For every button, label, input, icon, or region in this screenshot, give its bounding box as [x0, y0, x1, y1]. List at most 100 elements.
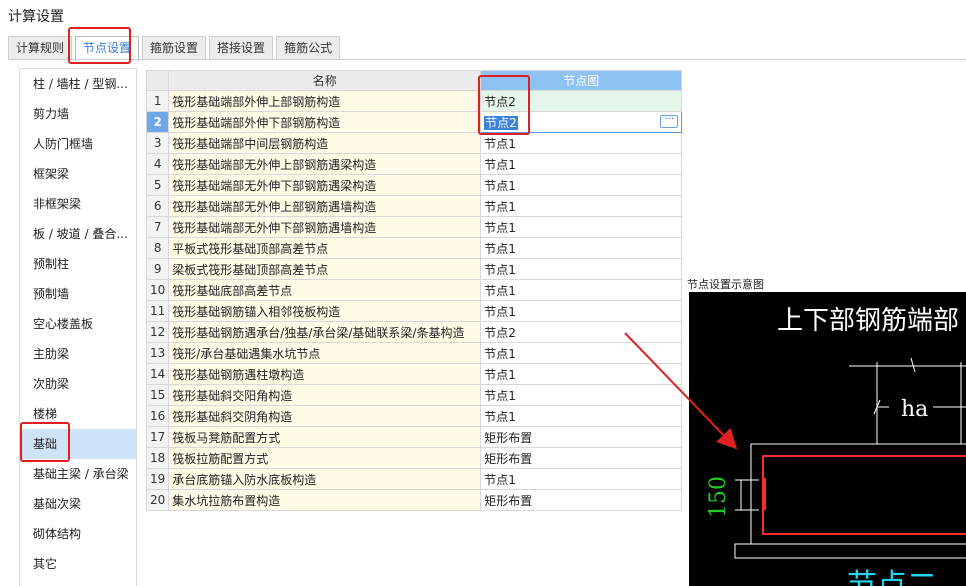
sidebar-item-precast-column[interactable]: 预制柱 [20, 249, 136, 279]
tab-calc-rules[interactable]: 计算规则 [8, 36, 73, 59]
node-value-cell[interactable]: 节点1 [480, 468, 683, 490]
node-label: 节点二 [847, 568, 937, 586]
sidebar-item-precast-wall[interactable]: 预制墙 [20, 279, 136, 309]
row-number[interactable]: 15 [145, 384, 170, 406]
node-value-cell[interactable]: 节点1 [480, 405, 683, 427]
row-number[interactable]: 8 [145, 237, 170, 259]
table-row[interactable]: 16 筏形基础斜交阴角构造 节点1 [145, 405, 683, 427]
table-row[interactable]: 15 筏形基础斜交阳角构造 节点1 [145, 384, 683, 406]
table-row[interactable]: 19 承台底筋锚入防水底板构造 节点1 [145, 468, 683, 490]
node-diagram-preview: 上下部钢筋端部 ha 150 节点二 [689, 292, 966, 586]
row-number[interactable]: 7 [145, 216, 170, 238]
sidebar-item-civil-defense-door-wall[interactable]: 人防门框墙 [20, 129, 136, 159]
node-value-cell[interactable]: 节点1 [480, 258, 683, 280]
node-value-cell[interactable]: 节点1 [480, 132, 683, 154]
row-number[interactable]: 18 [145, 447, 170, 469]
setting-name-cell: 筏形基础端部无外伸下部钢筋遇梁构造 [168, 174, 482, 196]
row-number[interactable]: 13 [145, 342, 170, 364]
row-number[interactable]: 10 [145, 279, 170, 301]
tab-node-settings[interactable]: 节点设置 [75, 36, 140, 61]
setting-name-cell: 筏形基础斜交阴角构造 [168, 405, 482, 427]
row-number[interactable]: 17 [145, 426, 170, 448]
row-number[interactable]: 12 [145, 321, 170, 343]
table-row[interactable]: 9 梁板式筏形基础顶部高差节点 节点1 [145, 258, 683, 280]
sidebar-item-other[interactable]: 其它 [20, 549, 136, 579]
tab-lap-settings[interactable]: 搭接设置 [209, 36, 274, 59]
sidebar-item-foundation[interactable]: 基础 [20, 429, 136, 459]
row-number[interactable]: 16 [145, 405, 170, 427]
node-value-cell[interactable]: 节点1 [480, 195, 683, 217]
sidebar-item-column[interactable]: 柱 / 墙柱 / 型钢... [20, 69, 136, 99]
row-number[interactable]: 5 [145, 174, 170, 196]
ha-dim-label: ha [901, 397, 928, 422]
sidebar-item-shear-wall[interactable]: 剪力墙 [20, 99, 136, 129]
node-value-cell[interactable]: 节点1 [480, 237, 683, 259]
sidebar-item-non-frame-beam[interactable]: 非框架梁 [20, 189, 136, 219]
node-value-cell[interactable]: 节点1 [480, 174, 683, 196]
node-value-cell[interactable]: 节点2 [480, 90, 683, 112]
node-value-cell[interactable]: 节点1 [480, 300, 683, 322]
row-number[interactable]: 19 [145, 468, 170, 490]
setting-name-cell: 集水坑拉筋布置构造 [168, 489, 482, 511]
row-number[interactable]: 11 [145, 300, 170, 322]
sidebar-item-foundation-main-beam[interactable]: 基础主梁 / 承台梁 [20, 459, 136, 489]
node-value-cell[interactable]: 矩形布置 [480, 447, 683, 469]
header-name[interactable]: 名称 [168, 70, 482, 91]
table-row[interactable]: 7 筏形基础端部无外伸下部钢筋遇墙构造 节点1 [145, 216, 683, 238]
node-value-cell[interactable]: 节点1 [480, 279, 683, 301]
setting-name-cell: 筏形基础端部无外伸下部钢筋遇墙构造 [168, 216, 482, 238]
rebar-outline [762, 455, 966, 535]
row-number[interactable]: 6 [145, 195, 170, 217]
table-row[interactable]: 8 平板式筏形基础顶部高差节点 节点1 [145, 237, 683, 259]
sidebar-item-frame-beam[interactable]: 框架梁 [20, 159, 136, 189]
node-value-cell[interactable]: 节点2 ··· [480, 111, 683, 133]
node-value-cell[interactable]: 节点1 [480, 153, 683, 175]
node-value-cell[interactable]: 节点2 [480, 321, 683, 343]
table-row[interactable]: 17 筏板马凳筋配置方式 矩形布置 [145, 426, 683, 448]
sidebar-item-secondary-rib-beam[interactable]: 次肋梁 [20, 369, 136, 399]
table-row[interactable]: 10 筏形基础底部高差节点 节点1 [145, 279, 683, 301]
sidebar-item-foundation-secondary-beam[interactable]: 基础次梁 [20, 489, 136, 519]
tab-stirrup-formula[interactable]: 箍筋公式 [276, 36, 341, 59]
tab-stirrup-settings[interactable]: 箍筋设置 [142, 36, 207, 59]
row-number[interactable]: 20 [145, 489, 170, 511]
sidebar-item-stairs[interactable]: 楼梯 [20, 399, 136, 429]
table-row[interactable]: 18 筏板拉筋配置方式 矩形布置 [145, 447, 683, 469]
header-node-diagram[interactable]: 节点图 [480, 70, 683, 91]
window-title: 计算设置 [8, 9, 64, 25]
sidebar-item-hollow-slab[interactable]: 空心楼盖板 [20, 309, 136, 339]
table-row[interactable]: 12 筏形基础钢筋遇承台/独基/承台梁/基础联系梁/条基构造 节点2 [145, 321, 683, 343]
table-row[interactable]: 5 筏形基础端部无外伸下部钢筋遇梁构造 节点1 [145, 174, 683, 196]
node-value-cell[interactable]: 节点1 [480, 342, 683, 364]
preview-title: 节点设置示意图 [687, 278, 764, 291]
table-row[interactable]: 3 筏形基础端部中间层钢筋构造 节点1 [145, 132, 683, 154]
row-number[interactable]: 3 [145, 132, 170, 154]
table-row[interactable]: 14 筏形基础钢筋遇柱墩构造 节点1 [145, 363, 683, 385]
node-value-cell[interactable]: 节点1 [480, 216, 683, 238]
row-number[interactable]: 1 [145, 90, 170, 112]
node-value-cell[interactable]: 节点1 [480, 363, 683, 385]
table-row[interactable]: 11 筏形基础钢筋锚入相邻筏板构造 节点1 [145, 300, 683, 322]
row-number[interactable]: 4 [145, 153, 170, 175]
row-number[interactable]: 9 [145, 258, 170, 280]
row-number[interactable]: 14 [145, 363, 170, 385]
table-row[interactable]: 20 集水坑拉筋布置构造 矩形布置 [145, 489, 683, 511]
setting-name-cell: 筏形/承台基础遇集水坑节点 [168, 342, 482, 364]
setting-name-cell: 平板式筏形基础顶部高差节点 [168, 237, 482, 259]
table-row[interactable]: 1 筏形基础端部外伸上部钢筋构造 节点2 [145, 90, 683, 112]
node-value-editor[interactable]: 节点2 [484, 115, 518, 130]
sidebar-item-masonry[interactable]: 砌体结构 [20, 519, 136, 549]
sidebar-item-slab[interactable]: 板 / 坡道 / 叠合... [20, 219, 136, 249]
sidebar-item-main-rib-beam[interactable]: 主肋梁 [20, 339, 136, 369]
node-value-cell[interactable]: 节点1 [480, 384, 683, 406]
table-row[interactable]: 2 筏形基础端部外伸下部钢筋构造 节点2 ··· [145, 111, 683, 133]
table-row[interactable]: 13 筏形/承台基础遇集水坑节点 节点1 [145, 342, 683, 364]
row-number[interactable]: 2 [145, 111, 170, 133]
node-value-cell[interactable]: 矩形布置 [480, 426, 683, 448]
table-row[interactable]: 6 筏形基础端部无外伸上部钢筋遇墙构造 节点1 [145, 195, 683, 217]
node-value-cell[interactable]: 矩形布置 [480, 489, 683, 511]
ellipsis-icon[interactable]: ··· [660, 115, 679, 128]
setting-name-cell: 梁板式筏形基础顶部高差节点 [168, 258, 482, 280]
table-row[interactable]: 4 筏形基础端部无外伸上部钢筋遇梁构造 节点1 [145, 153, 683, 175]
setting-name-cell: 筏形基础端部外伸上部钢筋构造 [168, 90, 482, 112]
